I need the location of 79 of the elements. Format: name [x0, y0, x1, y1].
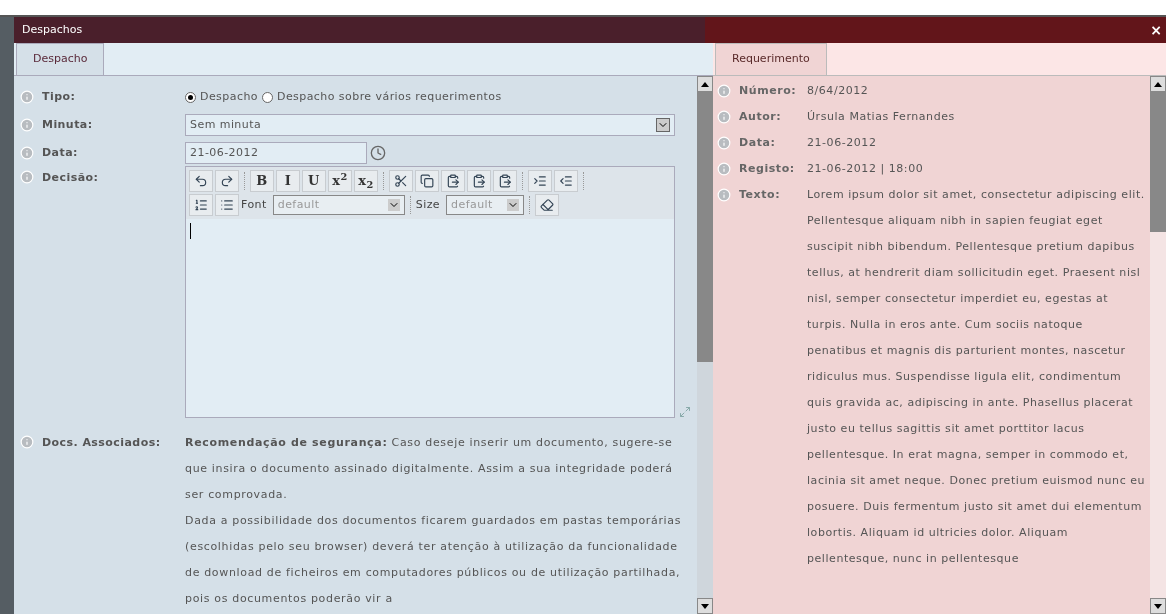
format-button[interactable]: x$^{2}$	[328, 170, 352, 192]
field-label: Decisão:	[42, 170, 99, 186]
cut-button[interactable]	[389, 170, 413, 192]
copy-button[interactable]	[415, 170, 439, 192]
field-label: Tipo:	[42, 88, 76, 105]
radio-button[interactable]	[261, 91, 273, 103]
down-arrow-icon[interactable]	[701, 603, 709, 609]
up-arrow-icon[interactable]	[701, 81, 709, 87]
eraser-button[interactable]	[535, 194, 560, 216]
info-icon	[717, 136, 731, 150]
info-icon	[717, 162, 731, 176]
info-icon	[20, 90, 34, 104]
radio-button[interactable]	[185, 91, 196, 103]
info-icon	[20, 118, 34, 132]
field-value: Úrsula Matias Fernandes	[807, 109, 956, 125]
window-title: Despachos	[21, 21, 84, 38]
bullet-list-icon	[220, 198, 234, 212]
field-label: Texto:	[739, 188, 781, 202]
dropdown-icon	[507, 199, 520, 211]
field-label: Data:	[42, 144, 78, 161]
field-label: Docs. Associados:	[42, 435, 161, 451]
undo-icon	[194, 174, 208, 188]
undo-button[interactable]	[189, 170, 213, 192]
info-icon	[20, 170, 34, 184]
paste-icon	[472, 174, 486, 188]
security-note: Recomendação de segurança: Caso deseje inserir um documento, sugere-se que insira o documento assinado digitalmente. Assim a sua integridade poderá ser comprovada.	[185, 435, 674, 503]
toolbar-label: Font	[241, 196, 267, 213]
info-icon	[20, 146, 34, 160]
field-value: Lorem ipsum dolor sit amet, consectetur adipiscing elit. Pellentesque aliquam nibh in sapien feugiat eget suscipit nibh bibendum. Pellentesque pretium dapibus tellus, at hendrerit diam sollicitudin eget. Praesent nisl nisl, semper consectetur imperdiet eu, egestas at turpis. Nulla in eros ante. Cum sociis natoque penatibus et magnis dis parturient montes, nascetur ridiculus mus. Suspendisse ligula elit, condimentum quis gravida ac, adipiscing in ante. Phasellus placerat justo eu tellus sagittis sit amet porttitor lacus pellentesque. In erat magna, semper in commodo et, lacinia sit amet neque. Donec pretium euismod nunc eu posuere. Duis fermentum justo sit amet dui elementum lobortis. Aliquam id ultricies dolor. Aliquam pellentesque, nunc in pellentesque	[807, 187, 1147, 567]
dropdown-icon	[387, 199, 400, 211]
rich-text-editor[interactable]: B I U x$^{2}$ x$_{2}$ Font default Size default	[185, 166, 675, 418]
paste-icon	[498, 174, 512, 188]
up-arrow-icon[interactable]	[1154, 81, 1162, 87]
tab[interactable]: Despacho	[16, 43, 105, 75]
field-label: Registo:	[739, 162, 795, 176]
dropdown-icon	[656, 118, 670, 132]
security-note: Dada a possibilidade dos documentos ficarem guardados em pastas temporárias (escolhidas pelo seu browser) deverá ter atenção à utilização da funcionalidade de download de ficheiros em computadores públicos ou de utilização partilhada, pois os documentos poderão vir a	[185, 513, 683, 607]
paste-icon	[446, 174, 460, 188]
scrollbar[interactable]	[697, 76, 713, 614]
info-icon	[717, 84, 731, 98]
info-icon	[717, 188, 731, 202]
close-button[interactable]: ×	[1150, 19, 1166, 41]
paste-button[interactable]	[493, 170, 517, 192]
scrollbar[interactable]	[1150, 76, 1166, 614]
field-label: Minuta:	[42, 116, 93, 133]
outdent-button[interactable]	[554, 170, 578, 192]
field-value: 21-06-2012 | 18:00	[807, 161, 925, 177]
date-field[interactable]: 21-06-2012	[185, 142, 367, 164]
field-label: Data:	[739, 136, 776, 150]
ordered-list-button[interactable]	[189, 194, 213, 216]
paste-button[interactable]	[441, 170, 465, 192]
indent-icon	[533, 174, 547, 188]
format-button[interactable]: x$_{2}$	[354, 170, 378, 192]
info-icon	[20, 435, 34, 449]
format-button[interactable]: U	[302, 170, 326, 192]
ordered-list-icon	[194, 198, 208, 212]
copy-icon	[420, 174, 434, 188]
outdent-icon	[559, 174, 573, 188]
info-icon	[717, 110, 731, 124]
redo-button[interactable]	[215, 170, 239, 192]
field-label: Autor:	[739, 110, 782, 124]
format-button[interactable]: B	[250, 170, 274, 192]
radio-label: Despacho sobre vários requerimentos	[276, 88, 502, 105]
radio-label: Despacho	[200, 88, 258, 105]
down-arrow-icon[interactable]	[1154, 603, 1162, 609]
toolbar-label: Size	[415, 196, 441, 213]
format-button[interactable]: I	[276, 170, 300, 192]
tab[interactable]: Requerimento	[715, 43, 827, 75]
bullet-list-button[interactable]	[215, 194, 239, 216]
field-label: Número:	[739, 84, 797, 98]
redo-icon	[220, 174, 234, 188]
field-value: 8/64/2012	[807, 83, 870, 99]
minuta-select[interactable]: Sem minuta	[185, 114, 675, 136]
calendar-icon[interactable]	[370, 145, 386, 161]
indent-button[interactable]	[528, 170, 552, 192]
field-value: 21-06-2012	[807, 135, 878, 151]
cut-icon	[394, 174, 408, 188]
paste-button[interactable]	[467, 170, 491, 192]
eraser-icon	[540, 198, 555, 212]
